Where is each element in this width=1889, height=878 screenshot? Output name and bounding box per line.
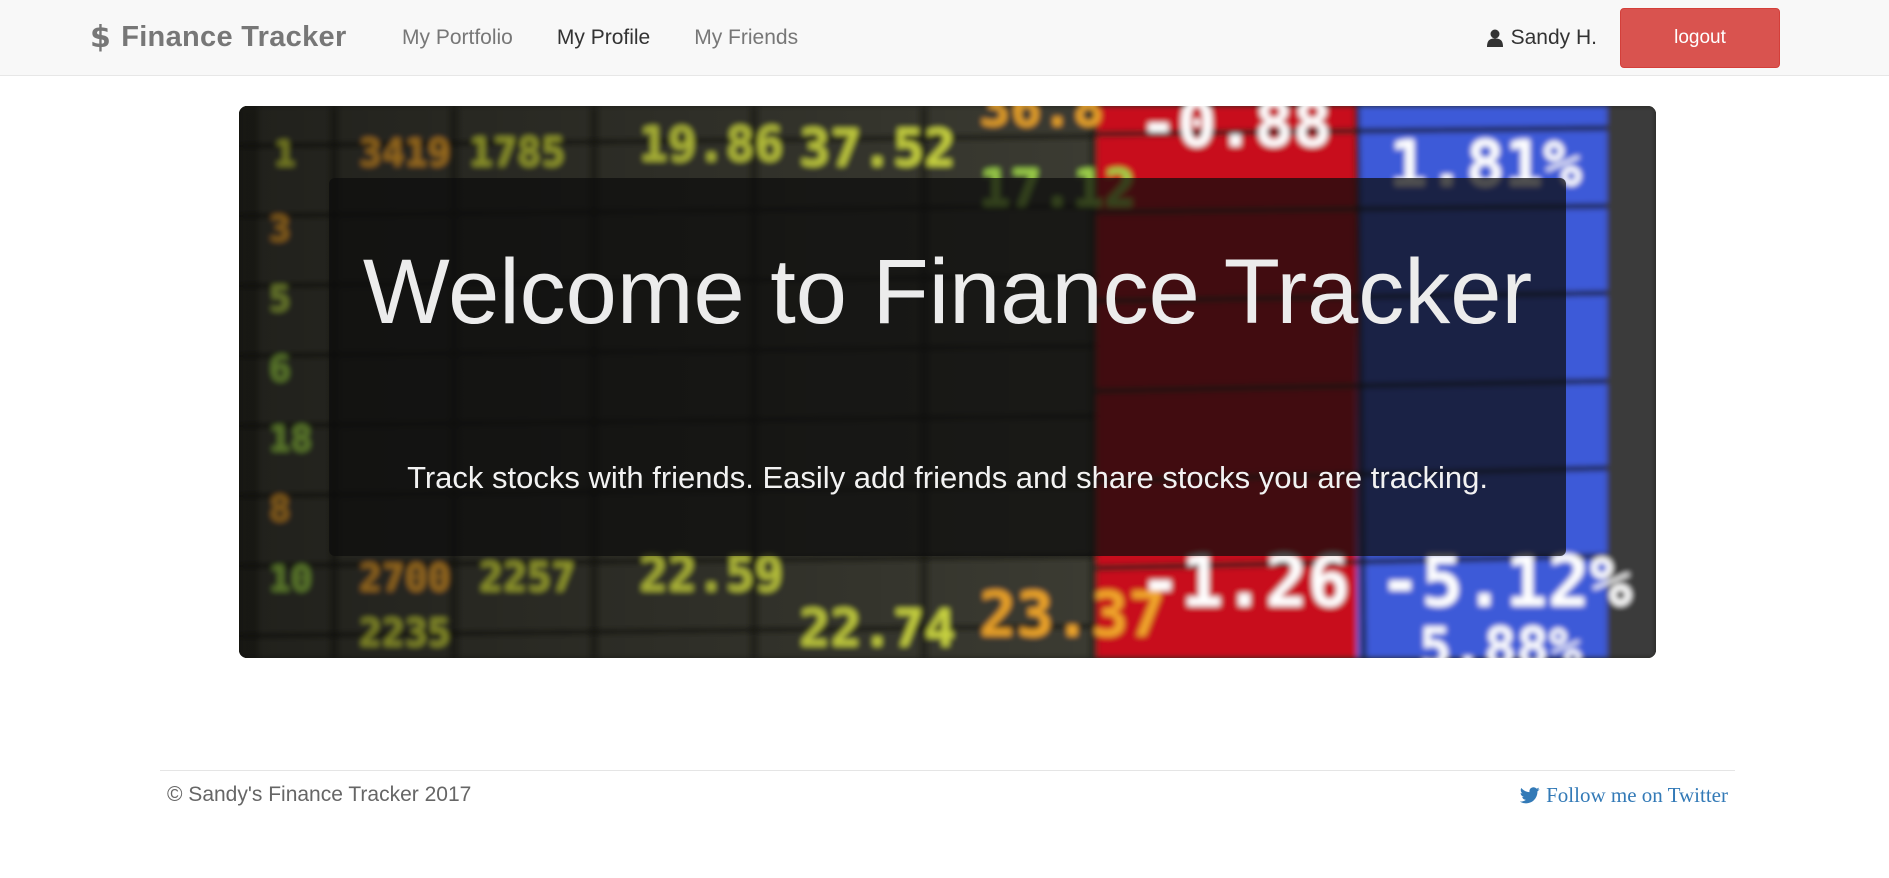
hero-subtitle: Track stocks with friends. Easily add fr… (407, 460, 1488, 495)
top-navbar: $ Finance Tracker My Portfolio My Profil… (0, 0, 1889, 76)
footer-copyright: © Sandy's Finance Tracker 2017 (167, 783, 472, 806)
logout-button[interactable]: logout (1620, 8, 1780, 68)
twitter-follow-link[interactable]: Follow me on Twitter (1520, 783, 1728, 808)
twitter-icon (1520, 787, 1540, 804)
user-menu[interactable]: Sandy H. (1486, 26, 1597, 50)
hero-overlay-panel: Welcome to Finance Tracker Track stocks … (329, 178, 1566, 556)
brand-logo[interactable]: $ Finance Tracker (90, 20, 347, 55)
brand-name: Finance Tracker (121, 21, 347, 53)
nav-link-my-friends[interactable]: My Friends (672, 0, 820, 76)
footer-divider (160, 770, 1735, 771)
user-name: Sandy H. (1510, 26, 1597, 49)
dollar-icon: $ (90, 20, 112, 55)
nav-link-my-portfolio[interactable]: My Portfolio (380, 0, 535, 76)
nav-right: Sandy H. logout (1486, 0, 1780, 76)
user-icon (1486, 29, 1503, 47)
nav-links: My Portfolio My Profile My Friends (380, 0, 820, 76)
nav-link-my-profile[interactable]: My Profile (535, 0, 672, 76)
hero-title: Welcome to Finance Tracker (362, 241, 1533, 343)
twitter-follow-label: Follow me on Twitter (1546, 783, 1728, 807)
hero-jumbotron: 1 3 5 6 18 8 10 3419 2700 2235 1785 2257… (239, 106, 1656, 658)
